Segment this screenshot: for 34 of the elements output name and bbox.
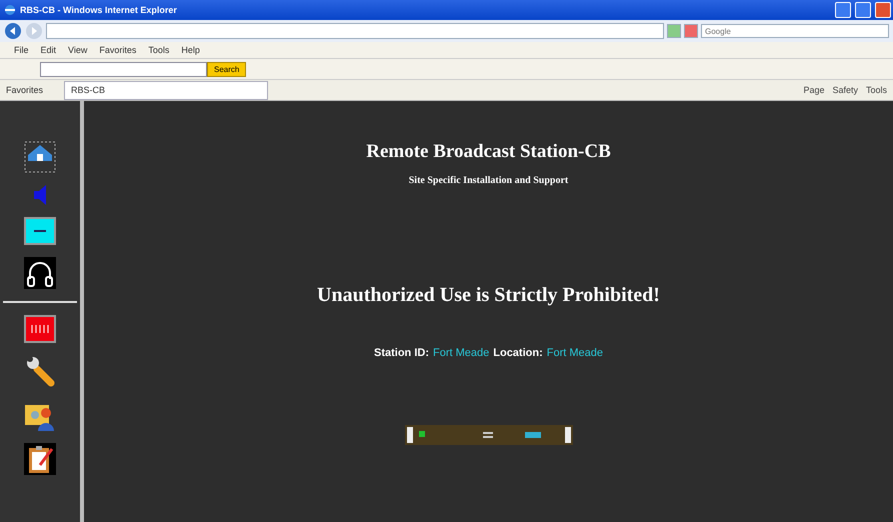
command-button[interactable]: Tools bbox=[866, 85, 887, 95]
browser-tab[interactable]: RBS-CB bbox=[64, 80, 268, 100]
menu-item[interactable]: Tools bbox=[148, 45, 170, 55]
menu-item[interactable]: Favorites bbox=[99, 45, 136, 55]
wrench-icon[interactable] bbox=[25, 355, 55, 387]
maximize-button[interactable] bbox=[855, 2, 871, 18]
search-button[interactable]: Search bbox=[207, 62, 246, 76]
page-subtitle: Site Specific Installation and Support bbox=[408, 175, 568, 186]
warning-text: Unauthorized Use is Strictly Prohibited! bbox=[317, 284, 660, 307]
back-button[interactable] bbox=[4, 22, 22, 40]
headphones-icon[interactable] bbox=[24, 257, 56, 289]
menu-item[interactable]: File bbox=[14, 45, 29, 55]
location-value: Fort Meade bbox=[546, 347, 603, 359]
clipboard-icon[interactable] bbox=[24, 443, 56, 475]
toolbar-search-field[interactable] bbox=[40, 62, 207, 76]
location-label: Location: bbox=[493, 347, 543, 359]
close-button[interactable] bbox=[875, 2, 891, 18]
command-button[interactable]: Safety bbox=[832, 85, 858, 95]
station-value: Fort Meade bbox=[433, 347, 490, 359]
panel-icon[interactable] bbox=[24, 217, 56, 245]
favorites-button[interactable]: Favorites bbox=[6, 85, 56, 95]
station-label: Station ID: bbox=[374, 347, 429, 359]
menu-item[interactable]: Help bbox=[181, 45, 200, 55]
minimize-button[interactable] bbox=[835, 2, 851, 18]
search-field[interactable]: Google bbox=[701, 24, 889, 38]
home-icon[interactable] bbox=[24, 141, 56, 173]
command-button[interactable]: Page bbox=[803, 85, 824, 95]
menu-item[interactable]: Edit bbox=[40, 45, 56, 55]
signal-panel-icon[interactable] bbox=[24, 315, 56, 343]
browser-logo-icon bbox=[4, 4, 16, 16]
page-title: Remote Broadcast Station-CB bbox=[366, 141, 611, 163]
window-title: RBS-CB - Windows Internet Explorer bbox=[20, 5, 177, 15]
menu-item[interactable]: View bbox=[68, 45, 88, 55]
address-field[interactable] bbox=[46, 23, 664, 39]
